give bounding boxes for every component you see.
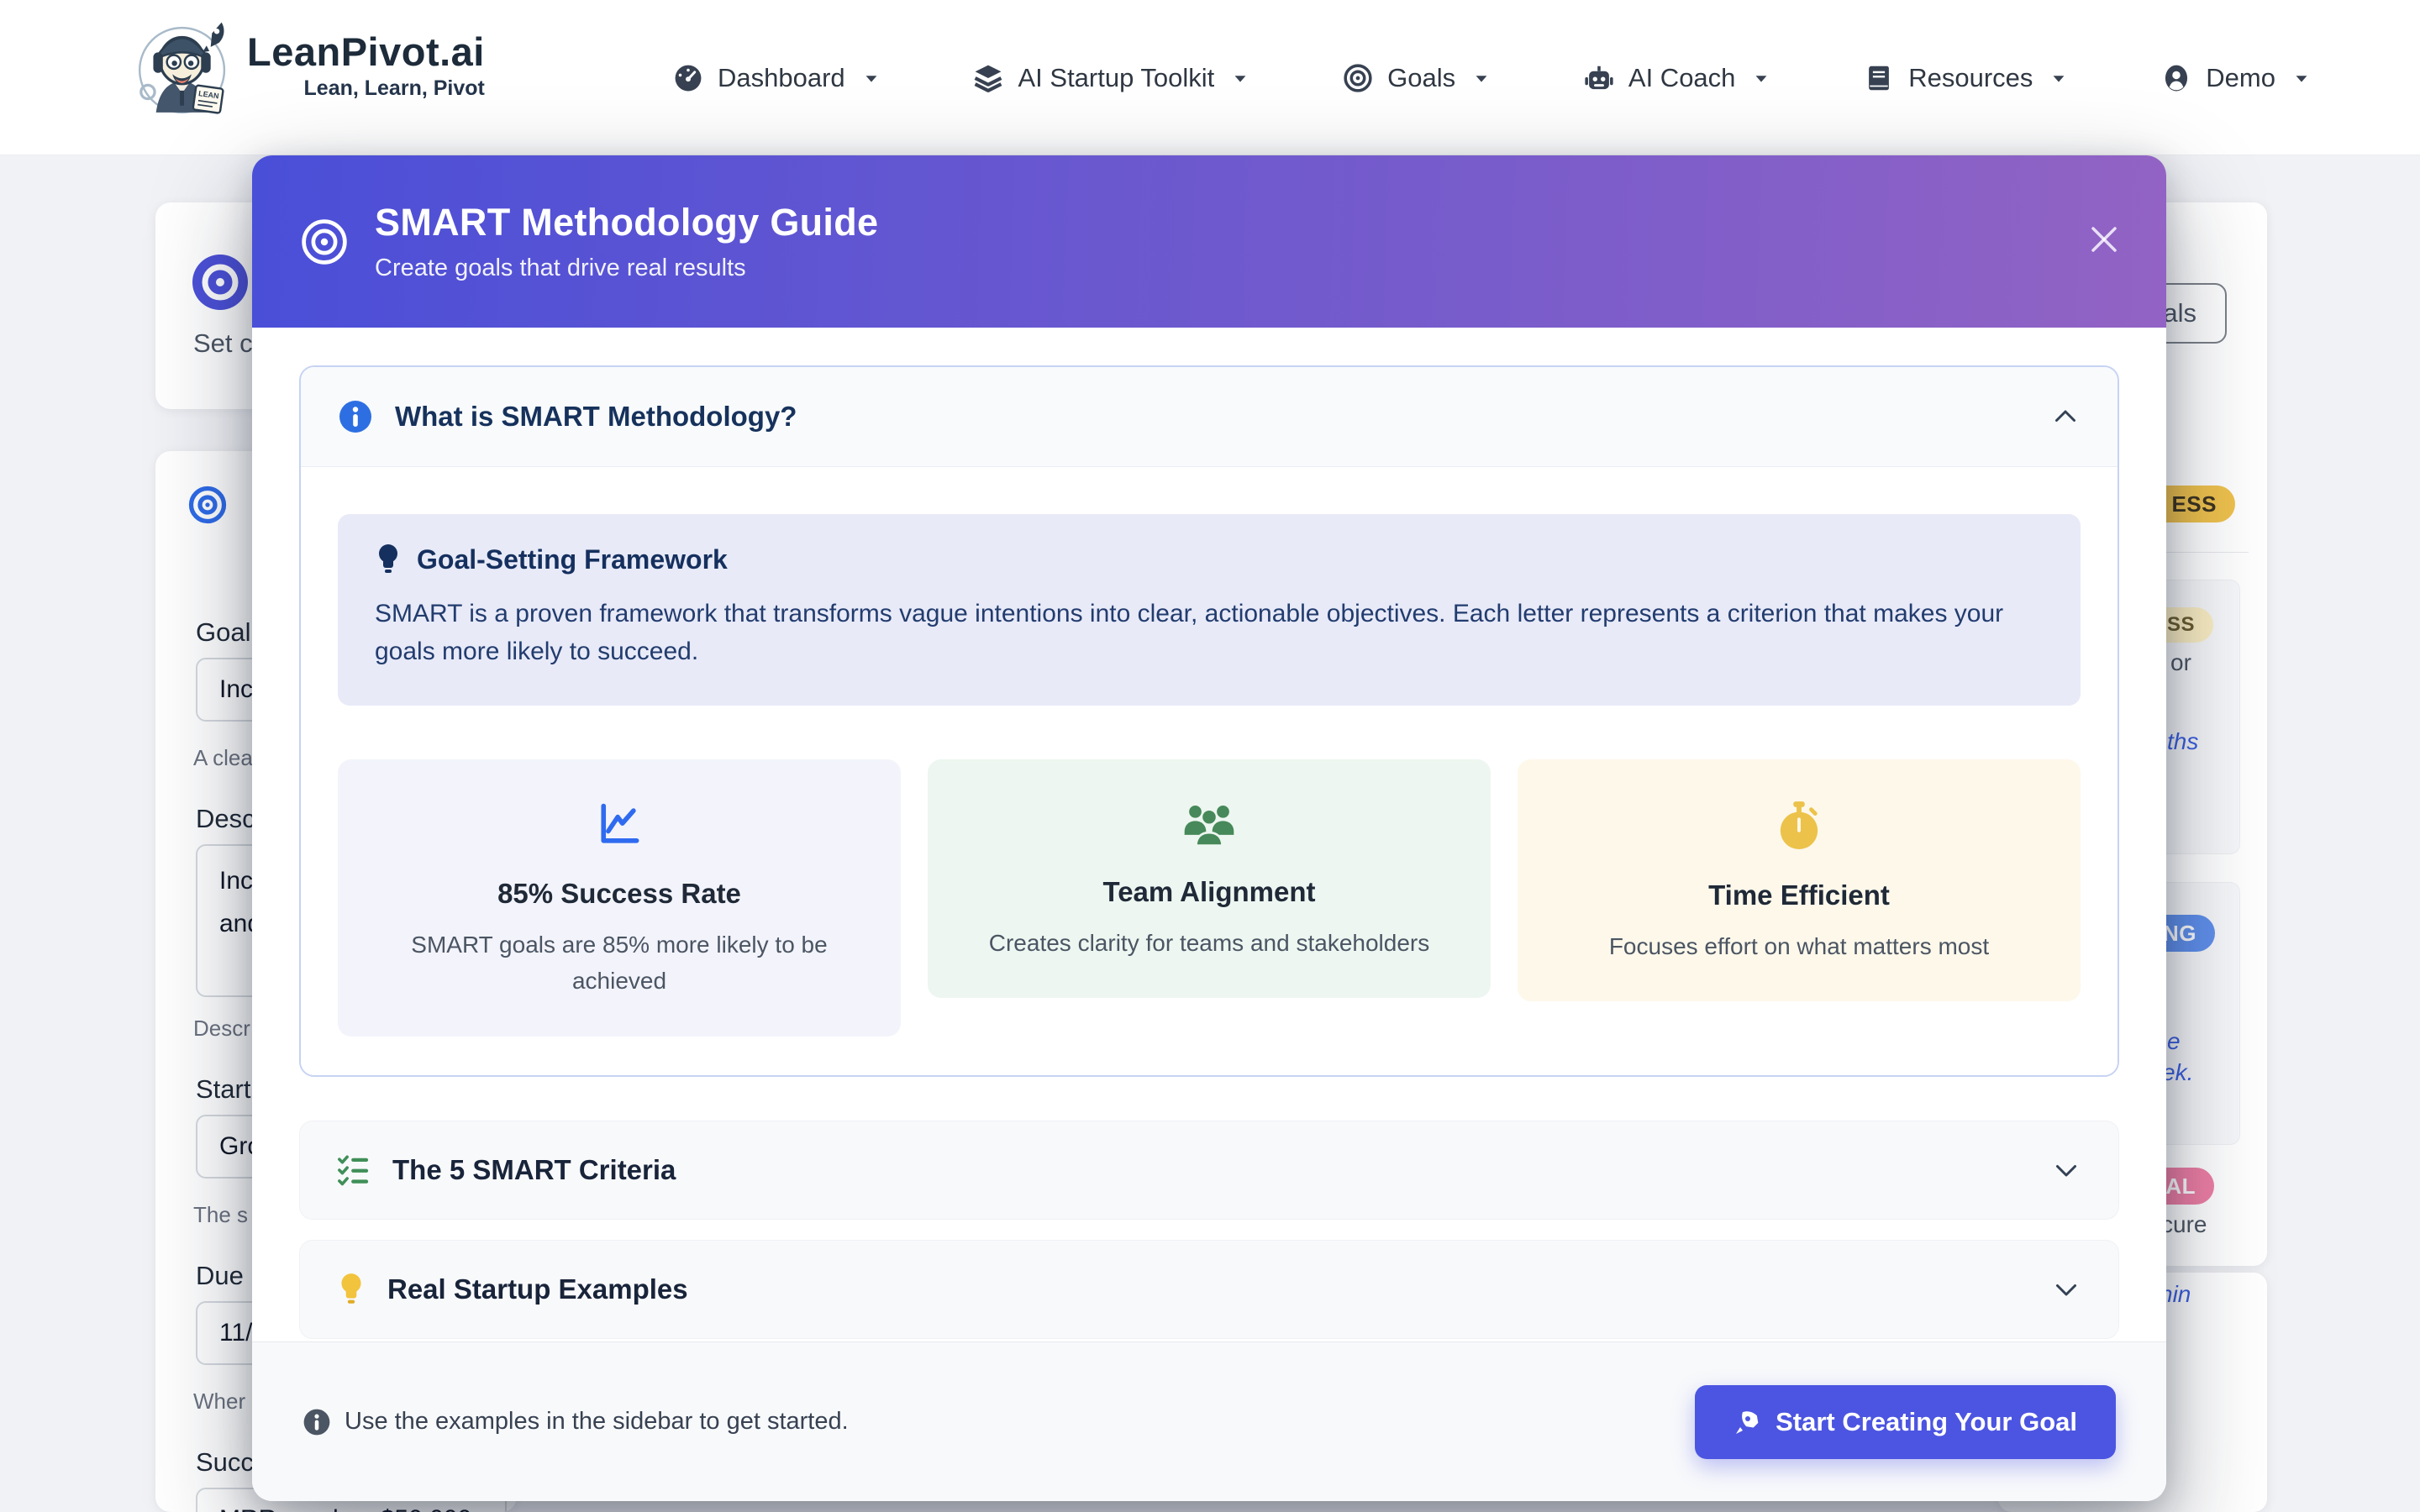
nav-item-ai-coach[interactable]: AI Coach [1583,62,1771,94]
top-nav: LEAN LeanPivot.ai Lean, Learn, Pivot [0,0,2420,155]
rocket-icon [1733,1409,1760,1436]
accordion-title: What is SMART Methodology? [395,401,797,433]
brand[interactable]: LEAN LeanPivot.ai Lean, Learn, Pivot [133,10,485,119]
close-button[interactable] [2079,214,2129,265]
stat-title: 85% Success Rate [371,878,867,910]
footer-note: Use the examples in the sidebar to get s… [302,1408,849,1436]
stat-title: Time Efficient [1551,879,2047,911]
nav-item-resources[interactable]: Resources [1863,62,2068,94]
nav-label: Dashboard [718,63,845,93]
modal-header: SMART Methodology Guide Create goals tha… [252,155,2166,328]
modal-header-text: SMART Methodology Guide Create goals tha… [375,201,878,282]
framework-body: SMART is a proven framework that transfo… [375,595,2044,670]
stat-card-success-rate: 85% Success Rate SMART goals are 85% mor… [338,759,901,1037]
nav-menu: Dashboard AI Startup Toolkit Goals [672,0,2311,155]
example-link[interactable]: ek. [2162,1059,2193,1086]
chevron-down-icon [2292,69,2311,87]
intro-card-text: Set c [193,328,253,359]
example-link[interactable]: ths [2167,728,2198,755]
lightbulb-icon [337,1272,366,1307]
book-icon [1863,62,1895,94]
chevron-down-icon [1472,69,1491,87]
nav-label: AI Startup Toolkit [1018,63,1214,93]
cta-label: Start Creating Your Goal [1776,1407,2077,1437]
target-outline-icon [187,485,228,525]
users-icon [1181,800,1237,848]
chevron-up-icon [2050,402,2081,432]
modal-footer: Use the examples in the sidebar to get s… [252,1341,2166,1501]
modal-body: What is SMART Methodology? [252,328,2166,1341]
accordion-title: Real Startup Examples [387,1273,688,1305]
stat-card-time-efficient: Time Efficient Focuses effort on what ma… [1518,759,2081,1001]
due-label: Due [196,1261,244,1291]
stat-desc: Creates clarity for teams and stakeholde… [961,925,1457,961]
smart-guide-modal: SMART Methodology Guide Create goals tha… [252,155,2166,1501]
nav-item-toolkit[interactable]: AI Startup Toolkit [972,62,1249,94]
stat-title: Team Alignment [961,876,1457,908]
accordion-header[interactable]: What is SMART Methodology? [301,367,2118,466]
nav-label: AI Coach [1628,63,1736,93]
lightbulb-icon [375,543,402,576]
stats-row: 85% Success Rate SMART goals are 85% mor… [338,759,2081,1037]
chevron-down-icon [2049,69,2068,87]
close-icon [2086,222,2122,257]
gauge-icon [672,62,704,94]
brand-text: LeanPivot.ai Lean, Learn, Pivot [247,29,485,101]
nav-label: Goals [1387,63,1455,93]
brand-title: LeanPivot.ai [247,29,485,75]
nav-label: Resources [1908,63,2033,93]
info-icon [302,1408,331,1436]
nav-item-demo[interactable]: Demo [2160,62,2311,94]
framework-title-row: Goal-Setting Framework [375,543,2044,576]
chevron-down-icon [862,69,881,87]
stat-desc: Focuses effort on what matters most [1551,928,2047,964]
footer-note-text: Use the examples in the sidebar to get s… [345,1408,849,1436]
accordion-content: Goal-Setting Framework SMART is a proven… [301,466,2118,1075]
info-icon [338,399,373,434]
due-helper: Wher [193,1389,245,1415]
chevron-down-icon [2051,1274,2081,1305]
framework-callout: Goal-Setting Framework SMART is a proven… [338,514,2081,706]
stat-card-team-alignment: Team Alignment Creates clarity for teams… [928,759,1491,998]
success-label: Succ [196,1447,254,1478]
layers-icon [972,62,1004,94]
start-helper: The s [193,1202,248,1228]
description-helper: Descr [193,1016,250,1042]
start-label: Start [196,1074,250,1105]
goal-label: Goal [196,617,250,648]
accordion-what-is-smart: What is SMART Methodology? [299,365,2119,1077]
nav-item-goals[interactable]: Goals [1342,62,1491,94]
chart-line-icon [594,800,644,850]
checklist-icon [337,1153,371,1187]
brand-tagline: Lean, Learn, Pivot [304,76,485,101]
modal-title: SMART Methodology Guide [375,201,878,244]
nav-item-dashboard[interactable]: Dashboard [672,62,881,94]
modal-subtitle: Create goals that drive real results [375,255,878,282]
target-icon [299,217,350,267]
start-creating-goal-button[interactable]: Start Creating Your Goal [1695,1385,2116,1459]
example-text: or [2170,649,2191,676]
stopwatch-icon [1776,800,1822,852]
app-root: LEAN LeanPivot.ai Lean, Learn, Pivot [0,0,2420,1512]
chevron-down-icon [1752,69,1770,87]
user-icon [2160,62,2192,94]
example-text: cure [2161,1211,2207,1238]
brand-logo-illustration: LEAN [133,10,235,119]
accordion-startup-examples[interactable]: Real Startup Examples [299,1240,2119,1339]
robot-icon [1583,62,1615,94]
accordion-title: The 5 SMART Criteria [392,1154,676,1186]
chevron-down-icon [2051,1155,2081,1185]
example-link[interactable]: e [2167,1028,2181,1055]
target-filled-icon [191,253,250,312]
framework-title: Goal-Setting Framework [417,544,728,575]
target-icon [1342,62,1374,94]
accordion-smart-criteria[interactable]: The 5 SMART Criteria [299,1121,2119,1220]
nav-label: Demo [2206,63,2275,93]
goal-helper: A clea [193,745,253,771]
stat-desc: SMART goals are 85% more likely to be ac… [409,927,829,1000]
chevron-down-icon [1231,69,1249,87]
description-label: Desc [196,804,255,834]
